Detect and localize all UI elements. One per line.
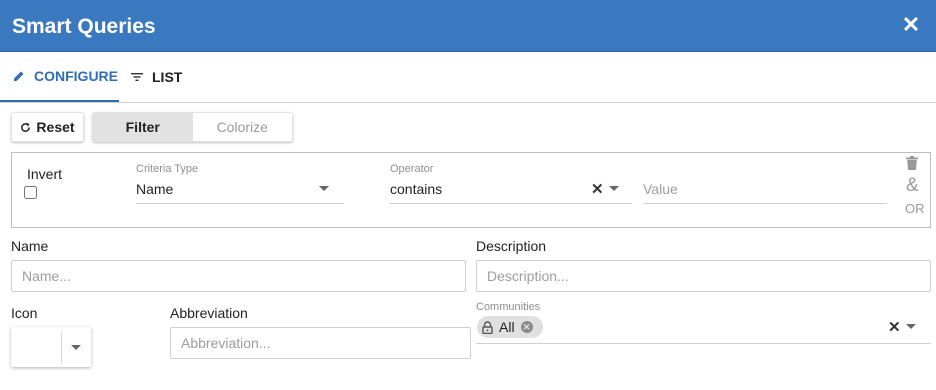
icon-label: Icon	[11, 305, 38, 321]
communities-underline	[476, 343, 931, 344]
tab-list[interactable]: LIST	[130, 52, 190, 102]
invert-label: Invert	[27, 166, 63, 182]
mode-toggle: Filter Colorize	[92, 112, 293, 142]
clear-icon[interactable]: ✕	[888, 318, 901, 336]
pencil-icon	[12, 69, 26, 83]
dialog-title: Smart Queries	[12, 15, 156, 38]
reset-label: Reset	[36, 119, 75, 135]
chevron-down-icon[interactable]	[319, 186, 329, 191]
tab-configure[interactable]: CONFIGURE	[0, 52, 119, 102]
colorize-toggle-button[interactable]: Colorize	[192, 113, 292, 141]
operator-value[interactable]: contains	[390, 181, 442, 197]
community-chip[interactable]: All ✕	[477, 316, 543, 338]
tab-list-label: LIST	[152, 69, 183, 85]
reset-button[interactable]: Reset	[11, 112, 84, 142]
icon-picker-divider	[61, 331, 62, 363]
abbreviation-label: Abbreviation	[170, 305, 248, 321]
description-label: Description	[476, 238, 547, 254]
criteria-type-value[interactable]: Name	[136, 181, 173, 197]
criteria-row: Invert Criteria Type Name Operator conta…	[11, 152, 931, 228]
refresh-icon	[20, 122, 31, 133]
tab-bar: CONFIGURE LIST	[0, 52, 936, 103]
and-label[interactable]: &	[906, 175, 919, 197]
filter-list-icon	[130, 70, 144, 84]
icon-picker[interactable]	[11, 327, 91, 367]
trash-icon[interactable]	[906, 156, 918, 175]
chevron-down-icon[interactable]	[71, 345, 81, 350]
lock-icon	[482, 320, 493, 334]
or-label[interactable]: OR	[905, 201, 925, 216]
invert-checkbox[interactable]	[24, 186, 37, 199]
value-underline	[643, 203, 887, 204]
community-chip-label: All	[499, 319, 515, 335]
tab-configure-label: CONFIGURE	[34, 68, 118, 84]
dialog-header: Smart Queries ✕	[0, 0, 936, 52]
remove-chip-icon[interactable]: ✕	[520, 321, 533, 333]
criteria-type-underline	[136, 203, 344, 204]
operator-label: Operator	[390, 163, 434, 175]
clear-icon[interactable]: ✕	[591, 180, 604, 198]
chevron-down-icon[interactable]	[609, 186, 619, 191]
filter-toggle-button[interactable]: Filter	[93, 113, 193, 141]
value-input[interactable]: Value	[643, 181, 678, 197]
abbreviation-input[interactable]: Abbreviation...	[170, 327, 471, 359]
name-input[interactable]: Name...	[11, 260, 466, 292]
communities-label: Communities	[476, 301, 541, 313]
close-icon[interactable]: ✕	[898, 12, 924, 38]
description-input[interactable]: Description...	[476, 260, 931, 292]
name-label: Name	[11, 238, 49, 254]
operator-underline	[390, 203, 632, 204]
criteria-type-label: Criteria Type	[136, 163, 199, 175]
chevron-down-icon[interactable]	[906, 324, 916, 329]
